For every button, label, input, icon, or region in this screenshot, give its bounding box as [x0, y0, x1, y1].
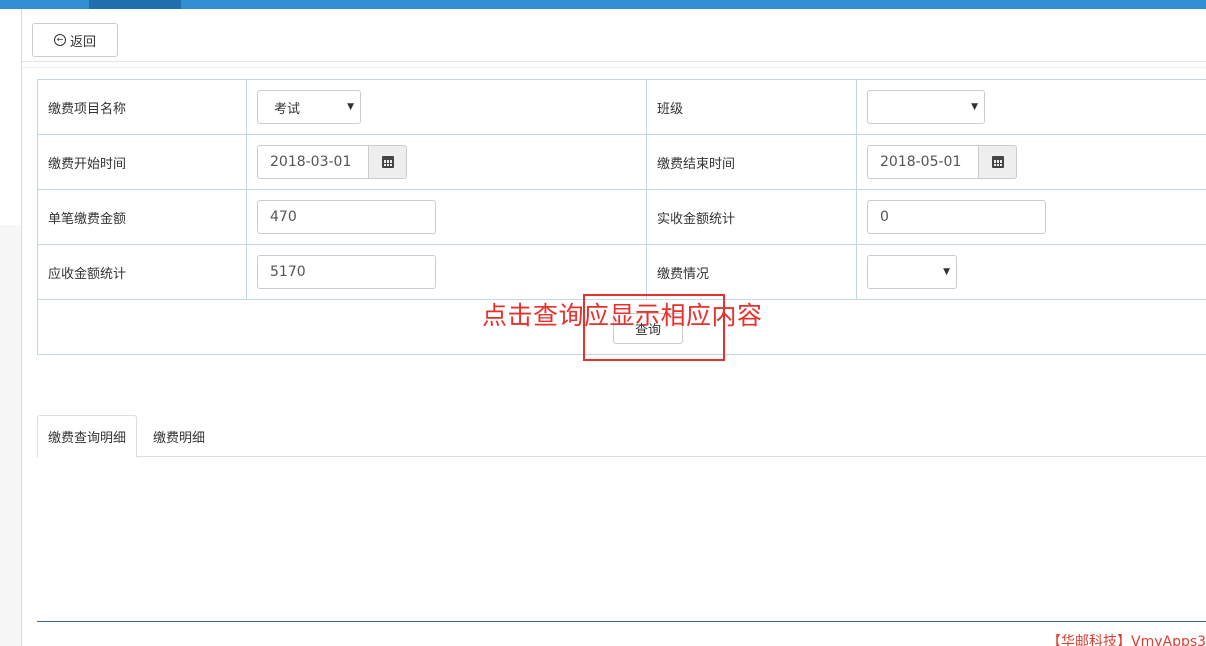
back-button[interactable]: ← 返回 [32, 23, 118, 57]
form-row-dates: 缴费开始时间 2018-03-01 缴费结束时间 2018-05-01 [38, 135, 1206, 190]
label-end-date: 缴费结束时间 [657, 156, 736, 172]
receivable-total-input[interactable]: 5170 [257, 255, 436, 289]
annotation-highlight-box [583, 294, 725, 361]
top-bar-active-segment [89, 0, 181, 9]
form-row-amounts: 单笔缴费金额 470 实收金额统计 0 [38, 190, 1206, 245]
caret-down-icon: ▼ [971, 102, 978, 112]
tab-fee-detail[interactable]: 缴费明细 [143, 415, 215, 457]
header-divider [22, 61, 1206, 62]
start-date-calendar-button[interactable] [368, 145, 407, 179]
label-received-total: 实收金额统计 [657, 211, 736, 227]
class-select[interactable]: ▼ [867, 90, 985, 124]
label-start-date: 缴费开始时间 [48, 156, 127, 172]
left-panel-shade [0, 225, 21, 646]
form-row-item: 缴费项目名称 考试 ▼ 班级 ▼ [38, 80, 1206, 135]
calendar-icon [381, 156, 394, 168]
content-bottom-divider [37, 621, 1206, 622]
form-row-status: 应收金额统计 5170 缴费情况 ▼ [38, 245, 1206, 300]
label-receivable-total: 应收金额统计 [48, 266, 127, 282]
header-divider-secondary [22, 67, 1206, 68]
result-tabs: 缴费查询明细 缴费明细 [37, 415, 1206, 458]
left-divider [21, 9, 22, 646]
label-single-amount: 单笔缴费金额 [48, 211, 127, 227]
start-date-picker: 2018-03-01 [257, 145, 407, 179]
payment-status-select[interactable]: ▼ [867, 255, 957, 289]
end-date-calendar-button[interactable] [978, 145, 1017, 179]
back-button-label: 返回 [69, 34, 96, 50]
caret-down-icon: ▼ [347, 102, 354, 112]
label-payment-status: 缴费情况 [657, 266, 710, 282]
caret-down-icon: ▼ [943, 267, 950, 277]
label-fee-item-name: 缴费项目名称 [48, 101, 127, 117]
arrow-left-circle-icon: ← [53, 34, 66, 46]
end-date-input[interactable]: 2018-05-01 [867, 145, 978, 179]
footer-brand: 【华邮科技】VmyApps3 [1047, 634, 1206, 646]
single-amount-input[interactable]: 470 [257, 200, 436, 234]
label-class: 班级 [657, 101, 684, 117]
end-date-picker: 2018-05-01 [867, 145, 1017, 179]
calendar-icon [991, 156, 1004, 168]
tab-fee-query-detail[interactable]: 缴费查询明细 [37, 415, 138, 458]
received-total-input[interactable]: 0 [867, 200, 1046, 234]
fee-item-selected-value: 考试 [274, 101, 301, 117]
start-date-input[interactable]: 2018-03-01 [257, 145, 368, 179]
fee-item-select[interactable]: 考试 ▼ [257, 90, 361, 124]
top-bar [0, 0, 1206, 9]
